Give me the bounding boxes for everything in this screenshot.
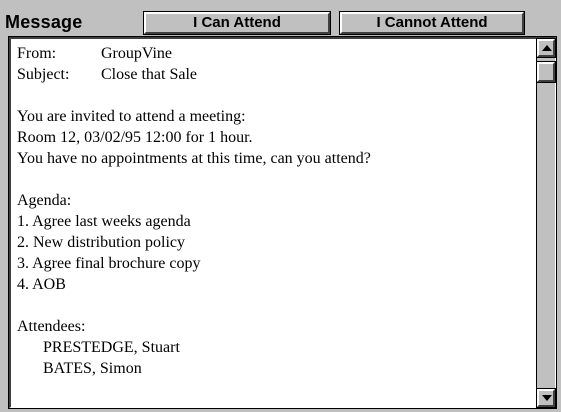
window-title: Message [5,12,83,32]
body-line: You are invited to attend a meeting: [17,108,246,125]
agenda-item: 2. New distribution policy [17,234,185,251]
message-text: From: GroupVine Subject: Close that Sale Y… [17,43,537,379]
subject-label: Subject: [17,66,70,83]
subject-value: Close that Sale [101,66,197,83]
i-cannot-attend-button[interactable]: I Cannot Attend [339,11,525,35]
scroll-thumb[interactable] [536,61,556,83]
agenda-item: 3. Agree final brochure copy [17,255,201,272]
arrow-up-icon [542,45,552,51]
scroll-down-button[interactable] [536,388,556,408]
from-value: GroupVine [101,45,173,62]
agenda-heading: Agenda: [17,192,72,209]
body-line: Room 12, 03/02/95 12:00 for 1 hour. [17,129,253,146]
from-row: From: GroupVine [17,43,537,64]
i-can-attend-button[interactable]: I Can Attend [143,11,331,35]
arrow-down-icon [542,395,552,401]
body-line: You have no appointments at this time, c… [17,150,371,167]
message-window: Message I Can Attend I Cannot Attend Fro… [0,0,561,412]
vertical-scrollbar[interactable] [536,38,556,408]
toolbar: Message I Can Attend I Cannot Attend [0,0,561,38]
subject-row: Subject: Close that Sale [17,64,537,85]
message-content-pane[interactable]: From: GroupVine Subject: Close that Sale Y… [8,36,557,409]
from-label: From: [17,45,57,62]
attendee-item: BATES, Simon [43,360,142,377]
agenda-item: 1. Agree last weeks agenda [17,213,191,230]
attendees-heading: Attendees: [17,318,86,335]
attendee-item: PRESTEDGE, Stuart [43,339,180,356]
agenda-item: 4. AOB [17,276,66,293]
scroll-up-button[interactable] [536,38,556,58]
